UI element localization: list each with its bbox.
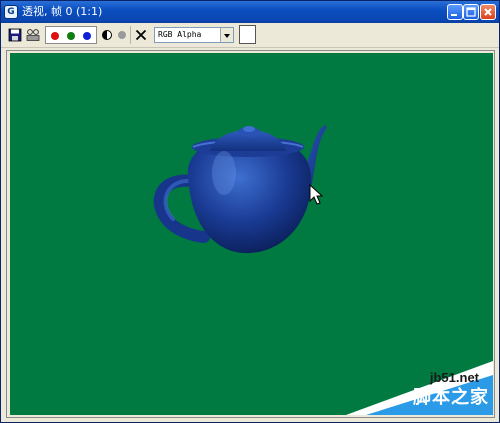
toolbar: RGB Alpha <box>1 23 499 48</box>
color-swatch[interactable] <box>239 25 256 44</box>
maximize-icon <box>466 7 476 17</box>
watermark-site: 脚本之家 <box>413 387 489 408</box>
close-icon <box>484 8 492 16</box>
mouse-cursor-icon <box>309 183 324 205</box>
red-channel-button[interactable] <box>51 32 59 40</box>
minimize-icon <box>451 14 457 16</box>
monochrome-button[interactable] <box>99 27 115 43</box>
green-channel-button[interactable] <box>67 32 75 40</box>
clone-icon <box>26 29 40 41</box>
clear-x-icon <box>135 29 147 41</box>
save-icon <box>8 28 22 42</box>
save-button[interactable] <box>7 27 23 43</box>
channel-select-value: RGB Alpha <box>158 30 202 39</box>
alpha-dot-icon <box>118 31 126 39</box>
clear-button[interactable] <box>133 27 149 43</box>
minimize-button[interactable] <box>447 4 463 20</box>
close-button[interactable] <box>480 4 496 20</box>
chevron-down-icon <box>224 34 230 38</box>
watermark: jb51.net 脚本之家 <box>346 351 493 415</box>
maximize-button[interactable] <box>463 4 479 20</box>
channel-select[interactable]: RGB Alpha <box>154 27 234 43</box>
channel-group <box>45 26 97 44</box>
window-title: 透视, 帧 0 (1:1) <box>22 5 103 18</box>
dropdown-arrow[interactable] <box>220 28 233 42</box>
clone-button[interactable] <box>25 27 41 43</box>
render-window: G 透视, 帧 0 (1:1) RGB Alpha jb51.net 脚本之家 <box>0 0 500 423</box>
app-icon: G <box>4 5 18 19</box>
alpha-channel-button[interactable] <box>114 27 130 43</box>
render-viewport[interactable]: jb51.net 脚本之家 <box>10 53 493 415</box>
monochrome-icon <box>102 30 112 40</box>
toolbar-divider <box>130 26 131 44</box>
title-bar[interactable]: G 透视, 帧 0 (1:1) <box>1 1 499 23</box>
blue-channel-button[interactable] <box>83 32 91 40</box>
